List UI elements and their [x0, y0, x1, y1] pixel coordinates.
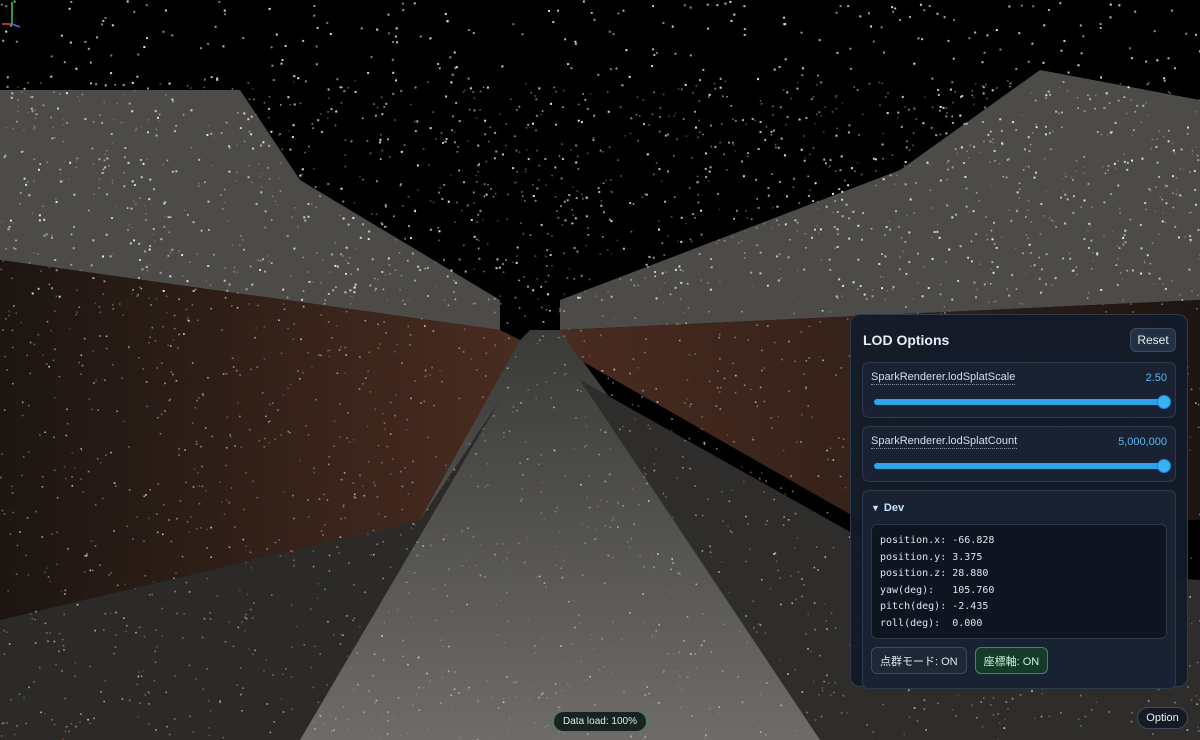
lod-splat-count-card: SparkRenderer.lodSplatCount 5,000,000	[862, 426, 1176, 482]
axis-toggle-button[interactable]: 座標軸: ON	[974, 647, 1049, 674]
slider-fill	[874, 399, 1164, 405]
lod-splat-scale-slider[interactable]	[874, 395, 1171, 409]
option-button[interactable]: Option	[1137, 707, 1188, 729]
lod-splat-count-label: SparkRenderer.lodSplatCount	[871, 435, 1018, 449]
readout-line: position.y: 3.375	[880, 551, 983, 563]
slider-thumb[interactable]	[1157, 459, 1171, 473]
reset-button[interactable]: Reset	[1130, 328, 1176, 352]
triangle-down-icon: ▼	[871, 503, 880, 513]
lod-splat-scale-card: SparkRenderer.lodSplatScale 2.50	[862, 362, 1176, 418]
data-load-status: Data load: 100%	[553, 711, 647, 732]
readout-line: position.z: 28.880	[880, 568, 989, 579]
lod-options-panel: LOD Options Reset SparkRenderer.lodSplat…	[850, 314, 1188, 689]
lod-splat-count-value: 5,000,000	[1118, 436, 1167, 448]
axes-gizmo-icon	[2, 2, 21, 28]
lod-splat-count-slider[interactable]	[874, 459, 1171, 473]
dev-section: ▼ Dev position.x: -66.828 position.y: 3.…	[862, 490, 1176, 689]
lod-splat-scale-label: SparkRenderer.lodSplatScale	[871, 371, 1016, 385]
readout-line: pitch(deg): -2.435	[880, 601, 989, 612]
dev-toggle[interactable]: ▼ Dev	[871, 500, 1167, 516]
lod-splat-scale-value: 2.50	[1145, 372, 1167, 384]
slider-thumb[interactable]	[1157, 395, 1171, 409]
point-cloud-mode-button[interactable]: 点群モード: ON	[871, 647, 967, 674]
slider-fill	[874, 463, 1164, 469]
dev-title: Dev	[883, 502, 905, 514]
camera-readout: position.x: -66.828 position.y: 3.375 po…	[871, 524, 1167, 639]
readout-line: position.x: -66.828	[880, 535, 995, 546]
panel-title: LOD Options	[863, 332, 950, 348]
dev-toggle-row: 点群モード: ON 座標軸: ON	[871, 647, 1167, 674]
readout-line: roll(deg): 0.000	[880, 617, 983, 629]
panel-header: LOD Options Reset	[862, 327, 1176, 353]
readout-line: yaw(deg): 105.760	[880, 584, 995, 596]
